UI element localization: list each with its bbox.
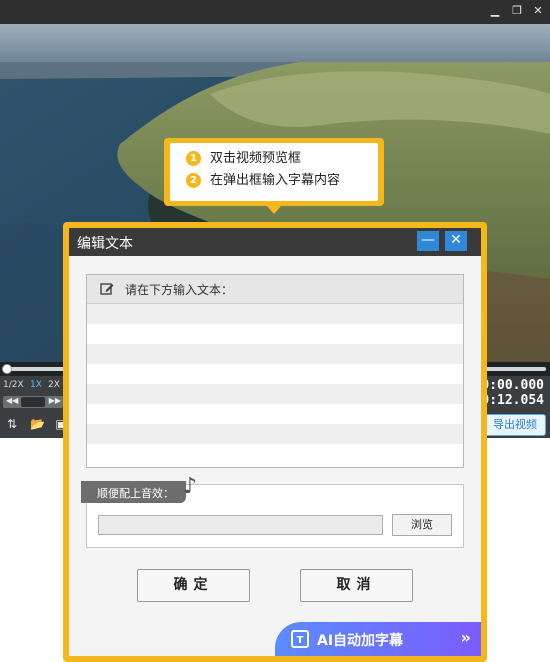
current-time: 0:00.000 xyxy=(481,378,544,393)
subtitle-text-area[interactable]: 请在下方输入文本： xyxy=(86,274,464,468)
speed-normal[interactable]: 1X xyxy=(30,380,42,390)
edit-icon xyxy=(100,283,114,295)
text-line[interactable] xyxy=(87,424,463,444)
tip-callout-body: 1 双击视频预览框 2 在弹出框输入字幕内容 xyxy=(170,143,378,201)
edit-text-dialog: 编辑文本 — ✕ 请在下方输入文本： 顺便配上音效： ♪ 浏览 确定 取消 T … xyxy=(69,228,481,656)
speed-double[interactable]: 2X xyxy=(48,380,60,390)
text-line[interactable] xyxy=(87,364,463,384)
text-area-header: 请在下方输入文本： xyxy=(87,275,463,304)
dialog-close-icon[interactable]: ✕ xyxy=(445,231,467,251)
adjust-icon[interactable]: ⇅ xyxy=(5,417,19,431)
dialog-title: 编辑文本 xyxy=(77,236,133,252)
rewind-icon[interactable]: ◀◀ xyxy=(6,396,18,405)
tip-step-1: 1 双击视频预览框 xyxy=(186,149,301,169)
fast-forward-icon[interactable]: ▶▶ xyxy=(49,396,61,405)
tip-step-text: 在弹出框输入字幕内容 xyxy=(210,173,341,188)
tip-callout: 1 双击视频预览框 2 在弹出框输入字幕内容 xyxy=(164,138,384,206)
step-number-badge: 2 xyxy=(186,173,201,188)
close-icon[interactable]: ✕ xyxy=(531,4,545,18)
window-titlebar: ▁ ❐ ✕ xyxy=(0,0,550,24)
ok-button[interactable]: 确定 xyxy=(137,569,250,602)
total-time: 0:12.054 xyxy=(481,393,544,408)
double-chevron-right-icon: » xyxy=(460,628,471,647)
jog-grip[interactable] xyxy=(21,397,45,407)
folder-open-icon[interactable]: 📂 xyxy=(30,417,45,431)
tip-step-text: 双击视频预览框 xyxy=(210,151,302,166)
text-line[interactable] xyxy=(87,344,463,364)
text-line[interactable] xyxy=(87,444,463,464)
tip-step-2: 2 在弹出框输入字幕内容 xyxy=(186,171,340,191)
dialog-titlebar[interactable]: 编辑文本 — ✕ xyxy=(69,228,481,256)
speed-half[interactable]: 1/2X xyxy=(3,380,24,390)
ai-subtitle-icon: T xyxy=(291,630,309,648)
music-note-icon: ♪ xyxy=(183,474,198,499)
dialog-minimize-icon[interactable]: — xyxy=(417,231,439,251)
playhead-handle[interactable] xyxy=(2,364,12,374)
text-line[interactable] xyxy=(87,384,463,404)
sound-effect-tag: 顺便配上音效： xyxy=(81,481,186,503)
tip-pointer-arrow xyxy=(267,206,281,214)
step-number-badge: 1 xyxy=(186,151,201,166)
sound-effect-label: 顺便配上音效： xyxy=(97,487,174,500)
jog-shuttle[interactable]: ◀◀ ▶▶ xyxy=(3,396,63,408)
text-line[interactable] xyxy=(87,404,463,424)
export-video-button[interactable]: 导出视频 xyxy=(484,414,546,436)
restore-icon[interactable]: ❐ xyxy=(510,4,524,18)
text-line[interactable] xyxy=(87,324,463,344)
minimize-icon[interactable]: ▁ xyxy=(488,4,502,18)
text-line[interactable] xyxy=(87,304,463,324)
ai-subtitle-banner[interactable]: T AI自动加字幕 » xyxy=(275,622,481,656)
sound-file-path-field[interactable] xyxy=(98,515,383,535)
ai-subtitle-label: AI自动加字幕 xyxy=(317,633,404,649)
browse-button[interactable]: 浏览 xyxy=(392,514,452,536)
text-lines[interactable] xyxy=(87,304,463,464)
cancel-button[interactable]: 取消 xyxy=(300,569,413,602)
text-area-prompt: 请在下方输入文本： xyxy=(125,283,234,297)
